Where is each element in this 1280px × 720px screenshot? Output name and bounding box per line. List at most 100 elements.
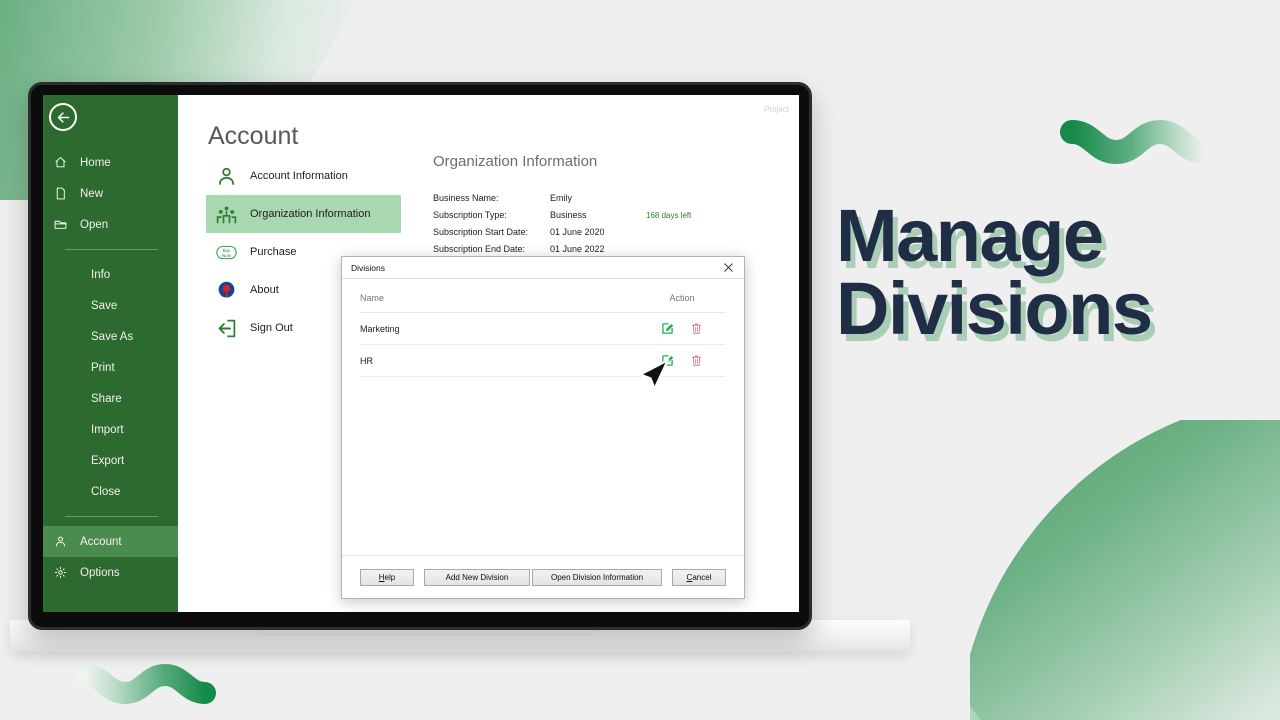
organization-title: Organization Information: [433, 153, 598, 170]
cancel-button-label: ancel: [692, 572, 712, 582]
sidebar-item-new[interactable]: New: [43, 178, 178, 209]
sidebar-item-share[interactable]: Share: [43, 383, 178, 414]
sidebar-item-label: Info: [91, 268, 111, 281]
division-action-cell: [638, 344, 726, 377]
sidebar-item-options[interactable]: Options: [43, 557, 178, 588]
subscription-days-left-badge: 168 days left: [646, 211, 692, 220]
divisions-dialog: Divisions Name Action Marketing HR H elp…: [341, 256, 745, 599]
project-label: Project: [764, 105, 789, 114]
poster-canvas: Manage Manage Divisions Divisions Home N…: [0, 0, 1280, 720]
column-header-action: Action: [638, 289, 726, 313]
help-button-label: elp: [384, 572, 396, 582]
delete-division-button[interactable]: [690, 354, 703, 367]
sidebar-item-export[interactable]: Export: [43, 445, 178, 476]
backstage-sidebar: Home New Open Info Save Save As Print Sh…: [43, 95, 178, 612]
folder-icon: [54, 218, 80, 231]
dialog-footer: Help Add New Division Open Division Info…: [342, 555, 744, 598]
home-icon: [54, 156, 80, 169]
table-row[interactable]: Marketing: [360, 312, 726, 345]
sidebar-item-save[interactable]: Save: [43, 290, 178, 321]
sidebar-item-label: Account: [80, 535, 122, 548]
dialog-title: Divisions: [351, 262, 386, 273]
gear-icon: [54, 566, 80, 579]
organization-row: Business Name: Emily: [433, 190, 763, 207]
account-nav-label: Organization Information: [250, 208, 371, 220]
hero-line-1: Manage Manage: [836, 199, 1266, 280]
sidebar-item-save-as[interactable]: Save As: [43, 321, 178, 352]
back-arrow-icon: [57, 111, 69, 123]
organization-key: Business Name:: [433, 193, 499, 203]
sidebar-item-label: Share: [91, 392, 122, 405]
account-nav-label: Sign Out: [250, 322, 293, 334]
sidebar-item-import[interactable]: Import: [43, 414, 178, 445]
organization-row: Subscription Start Date: 01 June 2020: [433, 224, 763, 241]
sidebar-divider-top: [65, 249, 158, 250]
account-nav-label: Purchase: [250, 246, 297, 258]
buy-now-icon: Buy Now: [216, 242, 250, 263]
organization-icon: [216, 204, 250, 225]
sidebar-item-open[interactable]: Open: [43, 209, 178, 240]
table-header-row: Name Action: [360, 289, 726, 313]
sidebar-item-label: Close: [91, 485, 121, 498]
sidebar-item-info[interactable]: Info: [43, 259, 178, 290]
close-button[interactable]: [718, 260, 738, 276]
sidebar-item-label: Export: [91, 454, 125, 467]
add-new-division-button[interactable]: Add New Division: [424, 568, 530, 586]
division-name-cell: HR: [360, 344, 638, 377]
organization-row: Subscription Type: Business 168 days lef…: [433, 207, 763, 224]
trash-icon: [692, 323, 702, 334]
trash-icon: [692, 355, 702, 366]
cancel-button[interactable]: Cancel: [672, 568, 726, 586]
delete-division-button[interactable]: [690, 322, 703, 335]
division-action-cell: [638, 312, 726, 345]
sidebar-item-label: Print: [91, 361, 115, 374]
page-title: Account: [208, 122, 299, 150]
sidebar-item-home[interactable]: Home: [43, 147, 178, 178]
organization-value: Emily: [550, 193, 572, 203]
sign-out-icon: [216, 318, 250, 339]
edit-division-button[interactable]: [661, 322, 674, 335]
table-row[interactable]: HR: [360, 344, 726, 377]
open-division-information-button[interactable]: Open Division Information: [532, 568, 662, 586]
person-icon: [54, 535, 80, 548]
svg-text:Now: Now: [222, 252, 232, 257]
account-nav-label: Account Information: [250, 170, 348, 182]
sidebar-item-label: Save As: [91, 330, 134, 343]
organization-key: Subscription Type:: [433, 210, 507, 220]
sidebar-item-close[interactable]: Close: [43, 476, 178, 507]
back-button[interactable]: [49, 103, 77, 131]
organization-value: 01 June 2020: [550, 227, 605, 237]
sidebar-divider-bottom: [65, 516, 158, 517]
account-nav-label: About: [250, 284, 279, 296]
dialog-title-bar: Divisions: [342, 257, 744, 279]
organization-value: Business: [550, 210, 587, 220]
account-nav-item-account-information[interactable]: Account Information: [206, 157, 401, 195]
edit-division-button[interactable]: [661, 354, 674, 367]
decorative-wave-top-right: [1058, 110, 1218, 170]
organization-information-panel: Organization Information Business Name: …: [433, 153, 763, 258]
hero-line-2: Divisions Divisions: [836, 271, 1266, 352]
decorative-blob-bottom-right: [970, 420, 1280, 720]
account-nav-item-organization-information[interactable]: Organization Information: [206, 195, 401, 233]
document-icon: [54, 187, 80, 200]
organization-key: Subscription Start Date:: [433, 227, 529, 237]
sidebar-item-label: Save: [91, 299, 118, 312]
sidebar-item-account[interactable]: Account: [43, 526, 178, 557]
person-icon: [216, 166, 250, 187]
hero-headline: Manage Manage Divisions Divisions: [836, 199, 1266, 352]
divisions-table: Name Action Marketing HR: [360, 289, 726, 377]
close-icon: [723, 263, 733, 272]
edit-icon: [661, 355, 673, 366]
sidebar-item-print[interactable]: Print: [43, 352, 178, 383]
sidebar-item-label: Import: [91, 423, 124, 436]
sidebar-item-label: New: [80, 187, 104, 200]
backstage-nav: Home New Open Info Save Save As Print Sh…: [43, 147, 178, 588]
decorative-wave-bottom-left: [72, 655, 222, 710]
edit-icon: [661, 323, 673, 334]
sidebar-item-label: Home: [80, 156, 111, 169]
about-icon: [216, 280, 250, 301]
help-button[interactable]: Help: [360, 568, 414, 586]
dialog-body: Name Action Marketing HR: [342, 279, 744, 555]
hero-line-2-text: Divisions: [836, 266, 1153, 350]
sidebar-item-label: Open: [80, 218, 109, 231]
